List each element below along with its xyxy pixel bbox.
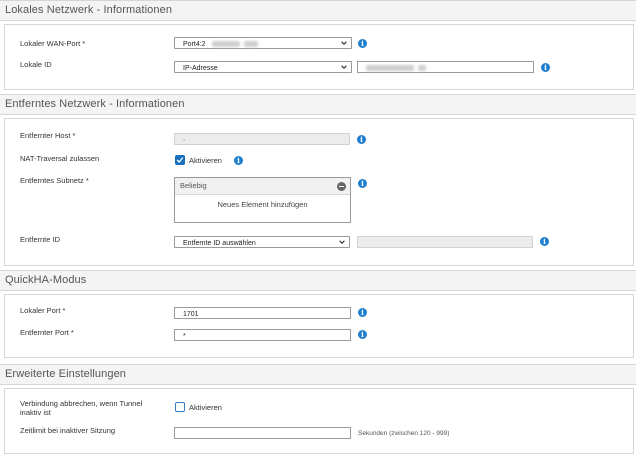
local-network-section-title: Lokales Netzwerk - Informationen bbox=[0, 1, 636, 21]
remote-port-input[interactable]: * bbox=[174, 329, 351, 341]
info-icon[interactable]: i bbox=[541, 63, 550, 72]
chevron-down-icon bbox=[341, 65, 347, 69]
chevron-down-icon bbox=[339, 240, 345, 244]
redacted-value bbox=[211, 40, 240, 47]
advanced-section: Erweiterte Einstellungen bbox=[0, 364, 636, 385]
checkmark-icon bbox=[176, 157, 184, 163]
advanced-section-title: Erweiterte Einstellungen bbox=[0, 365, 636, 385]
remote-host-label: Entfernter Host * bbox=[20, 131, 76, 140]
local-port-input[interactable]: 1701 bbox=[174, 307, 351, 319]
remote-network-section-title: Entferntes Netzwerk - Informationen bbox=[0, 95, 636, 115]
remote-port-label: Entfernter Port * bbox=[20, 328, 74, 337]
wan-port-label: Lokaler WAN-Port * bbox=[20, 39, 86, 48]
remote-network-section: Entferntes Netzwerk - Informationen bbox=[0, 94, 636, 115]
quickha-section-title: QuickHA-Modus bbox=[0, 271, 636, 291]
remote-id-input[interactable] bbox=[357, 236, 533, 248]
info-icon[interactable]: i bbox=[358, 179, 367, 188]
advanced-panel bbox=[4, 388, 634, 454]
timeout-label: Zeitlimit bei inaktiver Sitzung bbox=[20, 426, 116, 435]
info-icon[interactable]: i bbox=[358, 330, 367, 339]
remove-icon[interactable] bbox=[337, 182, 346, 191]
subnet-item-label: Beliebig bbox=[180, 181, 207, 190]
quickha-section: QuickHA-Modus bbox=[0, 270, 636, 291]
disconnect-label-line1: Verbindung abbrechen, wenn Tunnel bbox=[20, 399, 143, 408]
nat-traversal-checkbox[interactable] bbox=[175, 155, 185, 165]
redacted-value bbox=[417, 64, 426, 71]
local-id-input[interactable] bbox=[357, 61, 534, 73]
remote-id-select[interactable]: Entfernte ID auswählen bbox=[174, 236, 350, 248]
local-id-type-value: IP-Adresse bbox=[183, 64, 218, 72]
disconnect-label-line2: inaktiv ist bbox=[20, 408, 51, 417]
remote-subnet-label: Entferntes Subnetz * bbox=[20, 176, 89, 185]
wan-port-value: Port4:2 bbox=[183, 40, 206, 48]
remote-id-select-value: Entfernte ID auswählen bbox=[183, 239, 256, 247]
wan-port-select[interactable]: Port4:2 bbox=[174, 37, 352, 49]
local-id-label: Lokale ID bbox=[20, 60, 52, 69]
remote-id-label: Entfernte ID bbox=[20, 235, 61, 244]
redacted-value bbox=[366, 64, 414, 71]
local-port-label: Lokaler Port * bbox=[20, 306, 66, 315]
add-new-element-button[interactable]: Neues Element hinzufügen bbox=[175, 195, 350, 212]
nat-traversal-checkbox-label[interactable]: Aktivieren bbox=[189, 156, 222, 165]
quickha-panel bbox=[4, 294, 634, 358]
disconnect-checkbox-label[interactable]: Aktivieren bbox=[189, 403, 222, 412]
local-network-section: Lokales Netzwerk - Informationen bbox=[0, 0, 636, 21]
local-id-type-select[interactable]: IP-Adresse bbox=[174, 61, 352, 73]
disconnect-checkbox[interactable] bbox=[175, 402, 185, 412]
info-icon[interactable]: i bbox=[357, 135, 366, 144]
local-network-panel bbox=[4, 24, 634, 90]
remote-subnet-list: Beliebig Neues Element hinzufügen bbox=[174, 177, 351, 223]
info-icon[interactable]: i bbox=[358, 308, 367, 317]
timeout-hint: Sekunden (zwischen 120 - 999) bbox=[358, 430, 450, 437]
info-icon[interactable]: i bbox=[540, 237, 549, 246]
disconnect-label: Verbindung abbrechen, wenn Tunnel inakti… bbox=[20, 399, 142, 417]
redacted-value bbox=[244, 40, 259, 47]
info-icon[interactable]: i bbox=[358, 39, 367, 48]
remote-host-input[interactable]: - bbox=[174, 133, 350, 145]
info-icon[interactable]: i bbox=[234, 156, 243, 165]
list-item: Beliebig bbox=[175, 178, 350, 195]
nat-traversal-label: NAT-Traversal zulassen bbox=[20, 154, 100, 163]
chevron-down-icon bbox=[341, 41, 347, 45]
timeout-input[interactable] bbox=[174, 427, 351, 439]
